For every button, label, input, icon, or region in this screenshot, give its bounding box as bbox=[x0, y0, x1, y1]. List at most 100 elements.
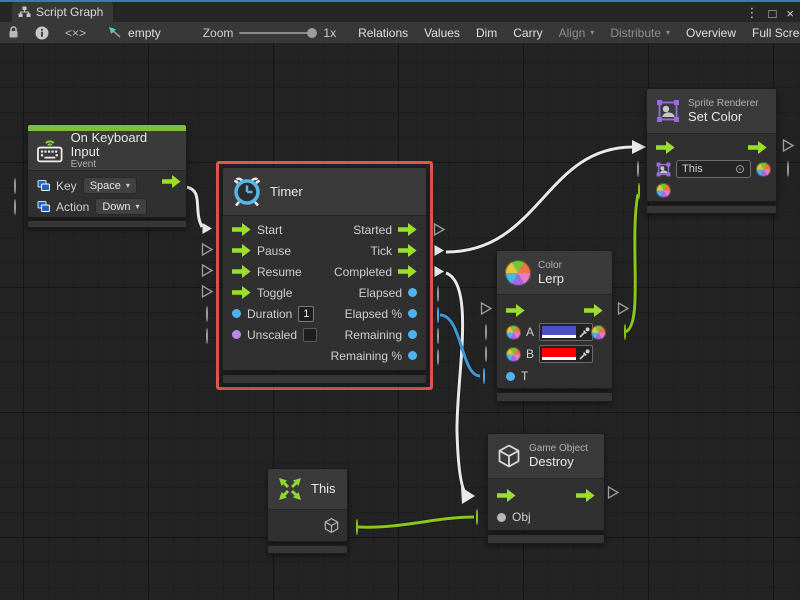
node-timer[interactable]: Timer Start Pause Resume bbox=[222, 167, 427, 371]
flow-out-arrow[interactable] bbox=[576, 489, 595, 502]
node-title: Timer bbox=[270, 185, 303, 199]
timer-unscaled-port[interactable] bbox=[206, 329, 208, 343]
timer-duration-port[interactable] bbox=[206, 307, 208, 321]
timer-start-port[interactable] bbox=[200, 222, 214, 239]
flow-out-arrow[interactable] bbox=[398, 244, 417, 257]
keyboard-key-port[interactable] bbox=[14, 179, 16, 193]
node-this[interactable]: This bbox=[267, 468, 348, 542]
node-title: On Keyboard Input bbox=[71, 131, 178, 159]
wire-tick-to-setcolor[interactable] bbox=[446, 147, 633, 252]
node-color-lerp[interactable]: Color Lerp A bbox=[496, 250, 613, 389]
flow-in-arrow[interactable] bbox=[497, 489, 516, 502]
node-type-label: Color bbox=[538, 260, 564, 272]
destroy-flow-out-port[interactable] bbox=[606, 486, 620, 503]
node-footer bbox=[487, 534, 605, 544]
unscaled-label: Unscaled bbox=[247, 328, 297, 342]
setcolor-color-port[interactable] bbox=[638, 184, 640, 198]
timer-elapsed-port[interactable] bbox=[437, 287, 439, 301]
obj-port-dot[interactable] bbox=[497, 513, 506, 522]
timer-completed-port[interactable] bbox=[432, 265, 446, 282]
float-port-dot[interactable] bbox=[408, 330, 417, 339]
enum-icon bbox=[37, 200, 50, 213]
color-port-icon[interactable] bbox=[506, 325, 521, 340]
flow-in-arrow[interactable] bbox=[232, 244, 251, 257]
flow-out-arrow[interactable] bbox=[398, 223, 417, 236]
chevron-down-icon: ▾ bbox=[135, 202, 139, 211]
destroy-obj-port[interactable] bbox=[476, 510, 478, 524]
eyedropper-icon[interactable] bbox=[579, 327, 590, 338]
node-title: Lerp bbox=[538, 272, 564, 286]
float-port-dot[interactable] bbox=[232, 309, 241, 318]
flow-in-arrow[interactable] bbox=[232, 265, 251, 278]
timer-tick-port[interactable] bbox=[432, 244, 446, 261]
float-port-dot[interactable] bbox=[408, 309, 417, 318]
keyboard-action-port[interactable] bbox=[14, 200, 16, 214]
timer-remaining-pct-port[interactable] bbox=[437, 350, 439, 364]
bool-port-dot[interactable] bbox=[232, 330, 241, 339]
action-port-label: Action bbox=[56, 200, 89, 214]
float-port-dot[interactable] bbox=[408, 351, 417, 360]
timer-output-label: Elapsed bbox=[359, 286, 402, 300]
key-port-label: Key bbox=[56, 179, 77, 193]
node-title: This bbox=[311, 482, 336, 496]
lerp-flow-out-port[interactable] bbox=[616, 302, 630, 319]
color-b-field[interactable] bbox=[539, 345, 593, 363]
float-port-dot[interactable] bbox=[408, 288, 417, 297]
timer-input-label: Toggle bbox=[257, 286, 292, 300]
flow-in-arrow[interactable] bbox=[506, 304, 525, 317]
setcolor-flow-out-port[interactable] bbox=[781, 139, 795, 156]
lerp-result-port[interactable] bbox=[624, 325, 626, 339]
timer-input-label: Pause bbox=[257, 244, 291, 258]
timer-output-label: Elapsed % bbox=[345, 307, 402, 321]
node-on-keyboard-input[interactable]: On Keyboard Input Event Key Space ▾ bbox=[27, 124, 187, 218]
object-picker-icon[interactable]: ⊙ bbox=[735, 162, 745, 176]
this-self-icon bbox=[276, 475, 304, 503]
color-port-icon[interactable] bbox=[506, 347, 521, 362]
wire-completed-to-destroy[interactable] bbox=[446, 273, 466, 494]
setcolor-out-value-port[interactable] bbox=[787, 162, 789, 176]
timer-pause-port[interactable] bbox=[200, 243, 214, 260]
trigger-out-arrow[interactable] bbox=[162, 175, 181, 188]
node-set-color[interactable]: Sprite Renderer Set Color bbox=[646, 88, 777, 202]
obj-port-label: Obj bbox=[512, 510, 531, 524]
flow-out-arrow[interactable] bbox=[398, 265, 417, 278]
node-footer bbox=[222, 374, 427, 384]
flow-in-arrow[interactable] bbox=[232, 286, 251, 299]
color-a-field[interactable] bbox=[539, 323, 593, 341]
action-dropdown[interactable]: Down ▾ bbox=[95, 198, 146, 215]
node-title: Destroy bbox=[529, 455, 588, 469]
color-out-port-icon[interactable] bbox=[756, 162, 771, 177]
game-object-out-port-icon[interactable] bbox=[323, 517, 340, 534]
timer-output-label: Completed bbox=[334, 265, 392, 279]
target-field[interactable]: This ⊙ bbox=[676, 160, 751, 178]
timer-input-label: Start bbox=[257, 223, 282, 237]
flow-out-arrow[interactable] bbox=[584, 304, 603, 317]
node-footer bbox=[646, 205, 777, 214]
timer-toggle-port[interactable] bbox=[200, 285, 214, 302]
wire-this-to-obj[interactable] bbox=[358, 517, 474, 527]
lerp-b-port[interactable] bbox=[485, 347, 487, 361]
setcolor-target-port[interactable] bbox=[637, 162, 639, 176]
wire-elapsedpct-to-t[interactable] bbox=[440, 315, 480, 376]
b-port-label: B bbox=[526, 347, 534, 361]
node-destroy[interactable]: Game Object Destroy Obj bbox=[487, 433, 605, 531]
key-dropdown[interactable]: Space ▾ bbox=[83, 177, 137, 194]
flow-out-arrow[interactable] bbox=[748, 141, 767, 154]
lerp-a-port[interactable] bbox=[485, 325, 487, 339]
this-out-port[interactable] bbox=[356, 520, 358, 534]
flow-in-arrow[interactable] bbox=[656, 141, 675, 154]
flow-in-arrow[interactable] bbox=[232, 223, 251, 236]
target-value: This bbox=[682, 163, 703, 175]
timer-remaining-port[interactable] bbox=[437, 329, 439, 343]
timer-started-port[interactable] bbox=[432, 223, 446, 240]
timer-output-label: Remaining bbox=[345, 328, 402, 342]
color-out-port-icon[interactable] bbox=[591, 325, 606, 340]
timer-resume-port[interactable] bbox=[200, 264, 214, 281]
lerp-t-port[interactable] bbox=[483, 369, 485, 383]
timer-elapsed-pct-port[interactable] bbox=[437, 308, 439, 322]
eyedropper-icon[interactable] bbox=[579, 349, 590, 360]
node-footer bbox=[27, 220, 187, 228]
lerp-flow-in-port[interactable] bbox=[479, 302, 493, 319]
float-port-dot[interactable] bbox=[506, 372, 515, 381]
color-in-port-icon[interactable] bbox=[656, 183, 671, 198]
